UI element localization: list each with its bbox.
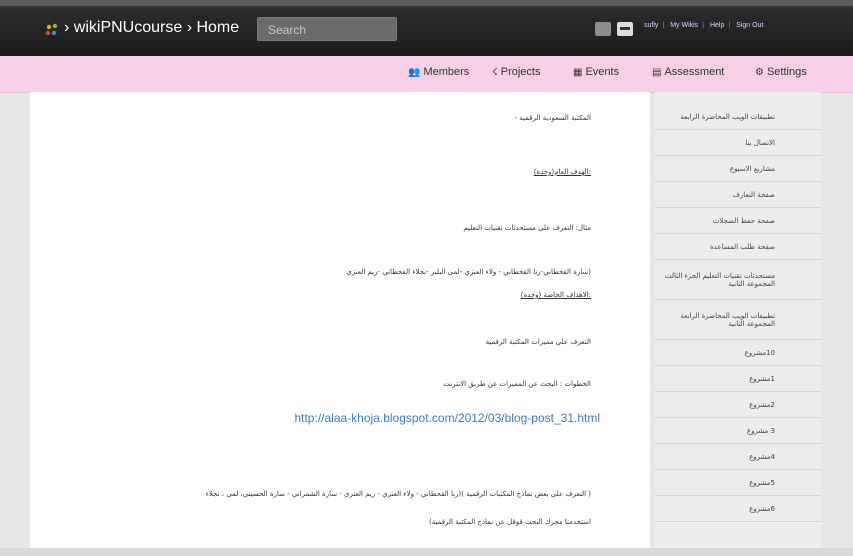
content-heading-general-goal: :الهدف العام(وحدة) [533, 168, 591, 176]
nav-assessment[interactable]: ▤ Assessment [652, 66, 724, 78]
users-icon: 👥 [408, 67, 421, 78]
bottom-strip [0, 548, 853, 556]
nav-projects[interactable]: ☇ Projects [492, 66, 540, 78]
header-top-line [0, 0, 853, 6]
page-content [30, 92, 650, 548]
nav-members[interactable]: 👥 Members [408, 66, 469, 78]
sidebar-item[interactable]: صفحة طلب المساعدة [655, 234, 821, 260]
nav-assessment-label: Assessment [664, 66, 725, 78]
sidebar-nav: تطبيقات الويب المحاضرة الرابعة الاتصال ب… [655, 92, 821, 548]
projects-icon: ☇ [492, 67, 498, 78]
main-nav: 👥 Members ☇ Projects ▦ Events ▤ Assessment ⚙… [0, 56, 853, 93]
chart-icon: ▤ [652, 67, 662, 78]
sidebar-item[interactable]: مستحدثات تقنيات التعليم الجزء الثالث الم… [655, 260, 821, 300]
gear-icon: ⚙ [755, 67, 764, 78]
content-paragraph-1: المكتبة السعودية الرقمية - [514, 114, 591, 122]
sidebar-item[interactable]: مشاريع الاسبوع [655, 156, 821, 182]
user-link-username[interactable]: sufly [644, 22, 658, 29]
sidebar-item[interactable]: الاتصال بنا [655, 130, 821, 156]
toolbar-square-icon[interactable] [595, 22, 611, 36]
blog-post-link[interactable]: http://alaa-khoja.blogspot.com/2012/03/b… [294, 411, 600, 425]
nav-projects-label: Projects [500, 66, 541, 78]
content-paragraph-5: الخطوات : البحث عن المميزات عن طريق الان… [443, 380, 591, 388]
nav-events-label: Events [585, 66, 620, 78]
nav-settings-label: Settings [766, 66, 807, 78]
sidebar-item[interactable]: 10مشروع [655, 340, 821, 366]
toolbar-menu-icon[interactable] [617, 22, 633, 36]
sidebar-item[interactable]: تطبيقات الويب المحاضرة الرابعة [655, 104, 821, 130]
content-paragraph-4: التعرف على مميزات المكتبة الرقمية [485, 338, 591, 346]
user-links: sufly | My Wikis | Help | Sign Out [644, 22, 764, 29]
user-link-my-wikis[interactable]: My Wikis [670, 22, 698, 29]
user-link-help[interactable]: Help [710, 22, 724, 29]
nav-settings[interactable]: ⚙ Settings [755, 66, 807, 78]
sidebar-item[interactable]: 6مشروع [655, 496, 821, 522]
content-paragraph-6: ( التعرف على بعض نماذج المكتبات الرقمية … [205, 490, 591, 498]
calendar-icon: ▦ [573, 67, 583, 78]
sidebar-item[interactable]: 2مشروع [655, 392, 821, 418]
content-heading-specific-goals: :الاهداف الخاصة (وحدة) [520, 291, 591, 299]
user-link-sign-out[interactable]: Sign Out [736, 22, 763, 29]
breadcrumb[interactable]: › wikiPNUcourse › Home [64, 19, 239, 37]
sidebar-item[interactable]: صفحة التعارف [655, 182, 821, 208]
nav-events[interactable]: ▦ Events [573, 66, 619, 78]
content-paragraph-2: مثال: التعرف على مستحدثات تقنيات التعليم [463, 224, 591, 232]
sidebar-item[interactable]: تطبيقات الويب المحاضرة الرابعة المجموعة … [655, 300, 821, 340]
sidebar-item[interactable]: 1مشروع [655, 366, 821, 392]
search-input[interactable]: Search [257, 17, 397, 41]
sidebar-item[interactable]: صفحة حفظ السجلات [655, 208, 821, 234]
content-paragraph-7: استخدمنا محرك البحث قوقل عن نماذج المكتب… [429, 518, 591, 526]
wikispaces-logo-icon[interactable] [44, 22, 60, 38]
sidebar-item[interactable]: 3 مشروع [655, 418, 821, 444]
nav-members-label: Members [423, 66, 470, 78]
content-paragraph-3: (سارة القحطاني-رنا القحطاني - ولاء العنز… [346, 268, 591, 276]
sidebar-item[interactable]: 4مشروع [655, 444, 821, 470]
top-header: › wikiPNUcourse › Home Search sufly | My … [0, 0, 853, 56]
sidebar-item[interactable]: 5مشروع [655, 470, 821, 496]
